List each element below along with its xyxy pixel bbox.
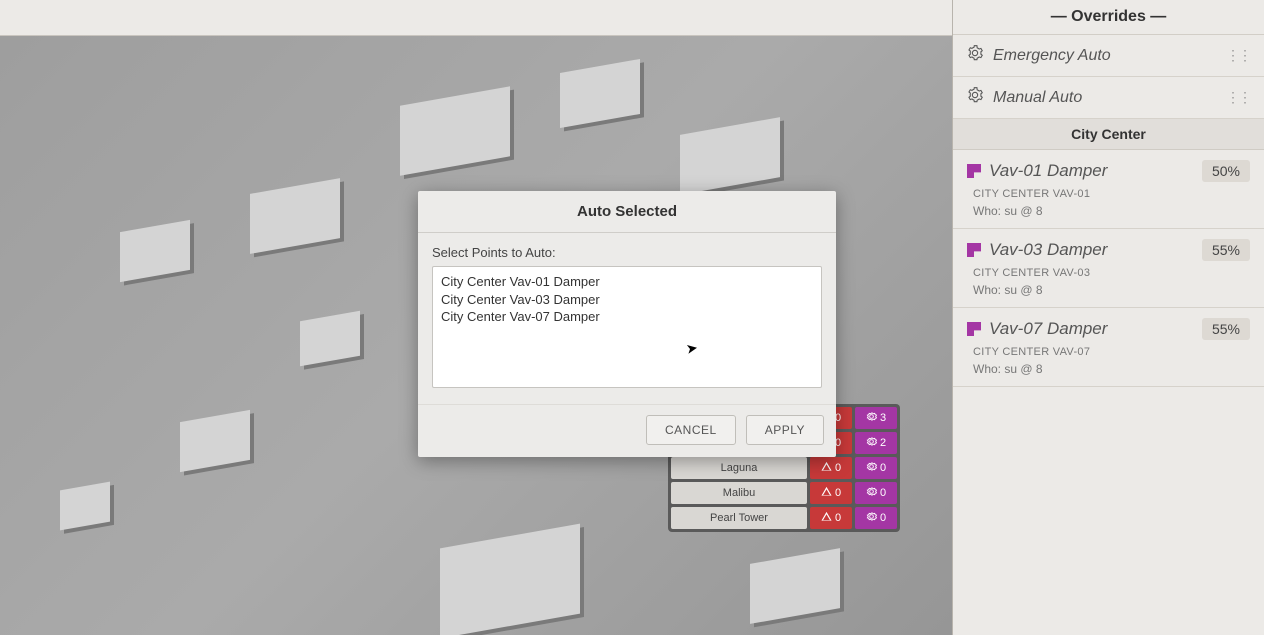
gear-icon [967, 87, 983, 108]
override-path: CITY CENTER VAV-03 [973, 267, 1250, 279]
gear-icon [866, 511, 877, 525]
warning-icon [821, 461, 832, 475]
gear-icon [866, 461, 877, 475]
dialog-body: Select Points to Auto: City Center Vav-0… [418, 233, 836, 404]
sidebar-title: — Overrides — [953, 0, 1264, 35]
override-item[interactable]: Vav-03 Damper 55% CITY CENTER VAV-03 Who… [953, 229, 1264, 308]
emergency-auto-row[interactable]: Emergency Auto ⋮⋮ [953, 35, 1264, 77]
override-flag-icon [967, 164, 981, 178]
dialog-title: Auto Selected [418, 191, 836, 233]
override-name: Vav-01 Damper [989, 161, 1107, 181]
override-flag-icon [967, 322, 981, 336]
top-bar [0, 0, 952, 36]
override-item[interactable]: Vav-07 Damper 55% CITY CENTER VAV-07 Who… [953, 308, 1264, 387]
override-cell[interactable]: 0 [855, 482, 897, 504]
auto-row-label: Emergency Auto [993, 47, 1111, 65]
overrides-sidebar: — Overrides — Emergency Auto ⋮⋮ Manual A… [952, 0, 1264, 635]
building-name: Laguna [671, 457, 807, 479]
main-view: 0 3 0 2 Laguna [0, 0, 952, 635]
app-root: 0 3 0 2 Laguna [0, 0, 1264, 635]
apply-button[interactable]: APPLY [746, 415, 824, 445]
point-option[interactable]: City Center Vav-03 Damper [441, 291, 813, 309]
manual-auto-row[interactable]: Manual Auto ⋮⋮ [953, 77, 1264, 119]
override-value-badge: 55% [1202, 239, 1250, 261]
override-value-badge: 55% [1202, 318, 1250, 340]
points-listbox[interactable]: City Center Vav-01 Damper City Center Va… [432, 266, 822, 388]
cancel-button[interactable]: CANCEL [646, 415, 736, 445]
dialog-footer: CANCEL APPLY [418, 404, 836, 457]
override-cell[interactable]: 0 [855, 507, 897, 529]
override-path: CITY CENTER VAV-01 [973, 188, 1250, 200]
override-cell[interactable]: 2 [855, 432, 897, 454]
building-row[interactable]: Pearl Tower 0 0 [671, 507, 897, 529]
override-who: Who: su @ 8 [973, 362, 1250, 376]
override-who: Who: su @ 8 [973, 204, 1250, 218]
override-who: Who: su @ 8 [973, 283, 1250, 297]
alarm-cell[interactable]: 0 [810, 507, 852, 529]
override-cell[interactable]: 3 [855, 407, 897, 429]
cursor-icon: ➤ [685, 339, 700, 358]
auto-row-label: Manual Auto [993, 89, 1082, 107]
point-option[interactable]: City Center Vav-07 Damper [441, 308, 813, 326]
dialog-prompt: Select Points to Auto: [432, 245, 822, 260]
alarm-cell[interactable]: 0 [810, 457, 852, 479]
drag-handle-icon[interactable]: ⋮⋮ [1226, 89, 1250, 106]
alarm-cell[interactable]: 0 [810, 482, 852, 504]
section-header: City Center [953, 119, 1264, 150]
override-path: CITY CENTER VAV-07 [973, 346, 1250, 358]
point-option[interactable]: City Center Vav-01 Damper [441, 273, 813, 291]
building-name: Pearl Tower [671, 507, 807, 529]
warning-icon [821, 511, 832, 525]
building-row[interactable]: Laguna 0 0 [671, 457, 897, 479]
override-cell[interactable]: 0 [855, 457, 897, 479]
override-flag-icon [967, 243, 981, 257]
override-name: Vav-03 Damper [989, 240, 1107, 260]
auto-selected-dialog: Auto Selected Select Points to Auto: Cit… [418, 191, 836, 457]
override-value-badge: 50% [1202, 160, 1250, 182]
override-item[interactable]: Vav-01 Damper 50% CITY CENTER VAV-01 Who… [953, 150, 1264, 229]
override-name: Vav-07 Damper [989, 319, 1107, 339]
gear-icon [866, 411, 877, 425]
gear-icon [866, 436, 877, 450]
gear-icon [967, 45, 983, 66]
building-name: Malibu [671, 482, 807, 504]
warning-icon [821, 486, 832, 500]
building-row[interactable]: Malibu 0 0 [671, 482, 897, 504]
drag-handle-icon[interactable]: ⋮⋮ [1226, 47, 1250, 64]
gear-icon [866, 486, 877, 500]
